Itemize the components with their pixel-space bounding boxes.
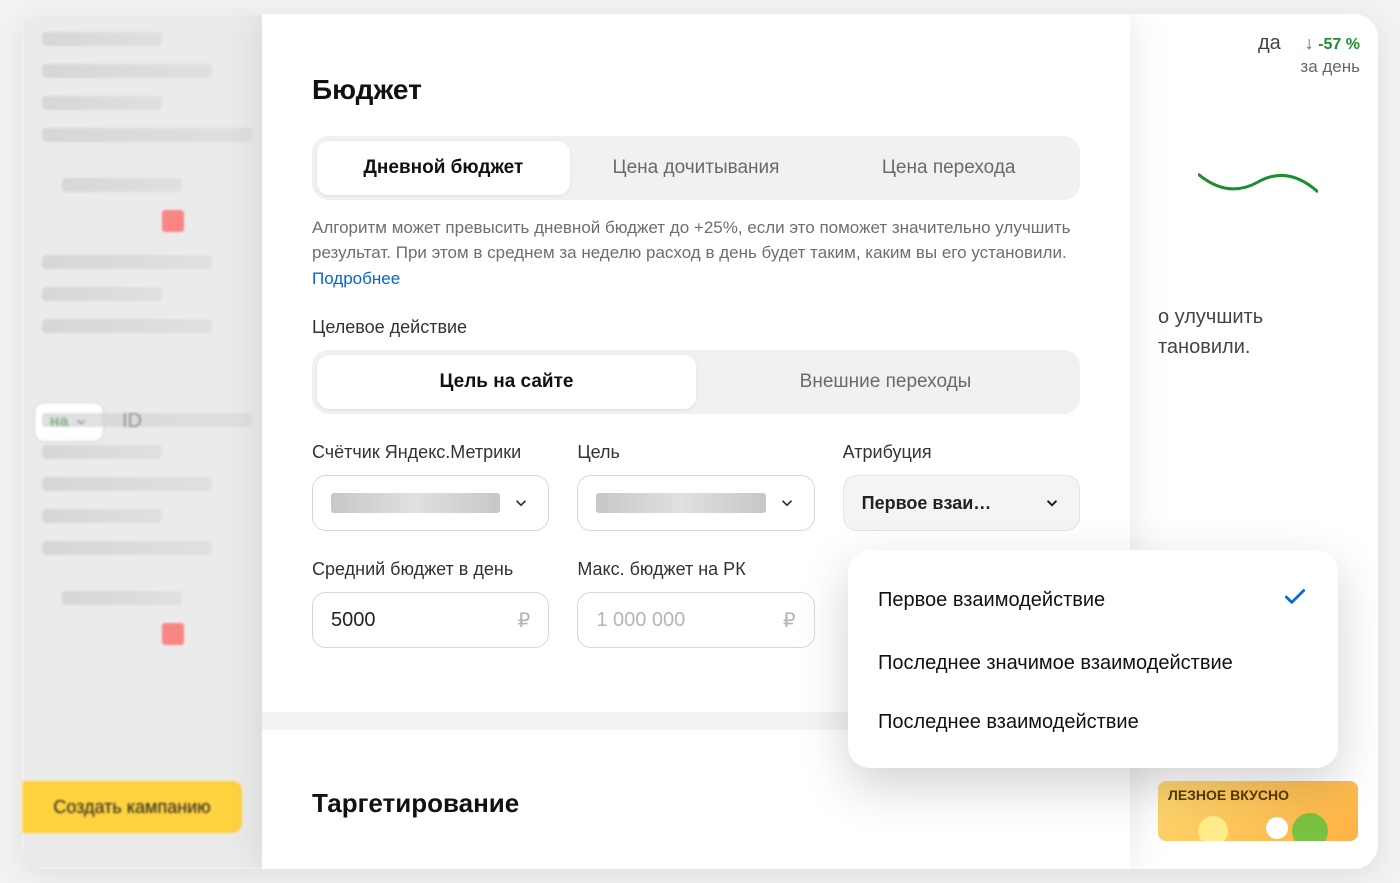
target-action-tabs: Цель на сайте Внешние переходы [312,350,1080,414]
tab-daily-budget[interactable]: Дневной бюджет [317,141,570,195]
tab-read-price[interactable]: Цена дочитывания [570,141,823,195]
chevron-down-icon [1043,494,1061,512]
chevron-down-icon [512,494,530,512]
background-right-text: о улучшить тановили. [1158,302,1318,362]
attribution-option-first[interactable]: Первое взаимодействие [848,566,1338,634]
sparkline-icon [1198,164,1318,204]
avg-budget-label: Средний бюджет в день [312,559,549,580]
create-campaign-label: Создать кампанию [53,797,210,818]
counter-value-blurred [331,493,500,513]
counter-label: Счётчик Яндекс.Метрики [312,442,549,463]
max-budget-placeholder: 1 000 000 [596,609,685,632]
max-budget-input[interactable]: 1 000 000 ₽ [577,592,814,648]
check-icon [1282,584,1308,616]
goal-select[interactable] [577,475,814,531]
goal-label: Цель [577,442,814,463]
background-stat: да ↓ -57 % за день [1180,32,1360,77]
targeting-title: Таргетирование [312,788,519,819]
avg-budget-value: 5000 [331,609,376,632]
background-sidebar: на ID Создать кампанию [22,14,282,869]
max-budget-label: Макс. бюджет на РК [577,559,814,580]
attribution-option-label: Первое взаимодействие [878,589,1105,612]
arrow-down-icon: ↓ [1305,33,1314,53]
target-action-label: Целевое действие [312,317,1080,338]
attribution-option-last-significant[interactable]: Последнее значимое взаимодействие [848,634,1338,693]
background-banner: ЛЕЗНОЕ ВКУСНО [1158,781,1358,841]
budget-type-tabs: Дневной бюджет Цена дочитывания Цена пер… [312,136,1080,200]
tab-site-goal[interactable]: Цель на сайте [317,355,696,409]
attribution-label: Атрибуция [843,442,1080,463]
counter-select[interactable] [312,475,549,531]
banner-text: ЛЕЗНОЕ ВКУСНО [1168,787,1289,803]
attribution-selected: Первое взаи… [862,493,992,514]
attribution-option-last[interactable]: Последнее взаимодействие [848,693,1338,752]
avg-budget-input[interactable]: 5000 ₽ [312,592,549,648]
bg-stat-sub: за день [1180,57,1360,77]
helper-text: Алгоритм может превысить дневной бюджет … [312,216,1080,265]
bg-stat-delta: -57 % [1318,36,1360,53]
create-campaign-button[interactable]: Создать кампанию [22,781,242,833]
currency-icon: ₽ [518,608,531,633]
currency-icon: ₽ [783,608,796,633]
bg-stat-trailing: да [1258,32,1281,55]
tab-external-clicks[interactable]: Внешние переходы [696,355,1075,409]
learn-more-link[interactable]: Подробнее [312,269,400,289]
modal-title: Бюджет [312,74,1080,106]
tab-click-price[interactable]: Цена перехода [822,141,1075,195]
goal-value-blurred [596,493,765,513]
attribution-option-label: Последнее взаимодействие [878,711,1139,734]
chevron-down-icon [778,494,796,512]
attribution-select[interactable]: Первое взаи… [843,475,1080,531]
attribution-dropdown: Первое взаимодействие Последнее значимое… [848,550,1338,768]
attribution-option-label: Последнее значимое взаимодействие [878,652,1233,675]
